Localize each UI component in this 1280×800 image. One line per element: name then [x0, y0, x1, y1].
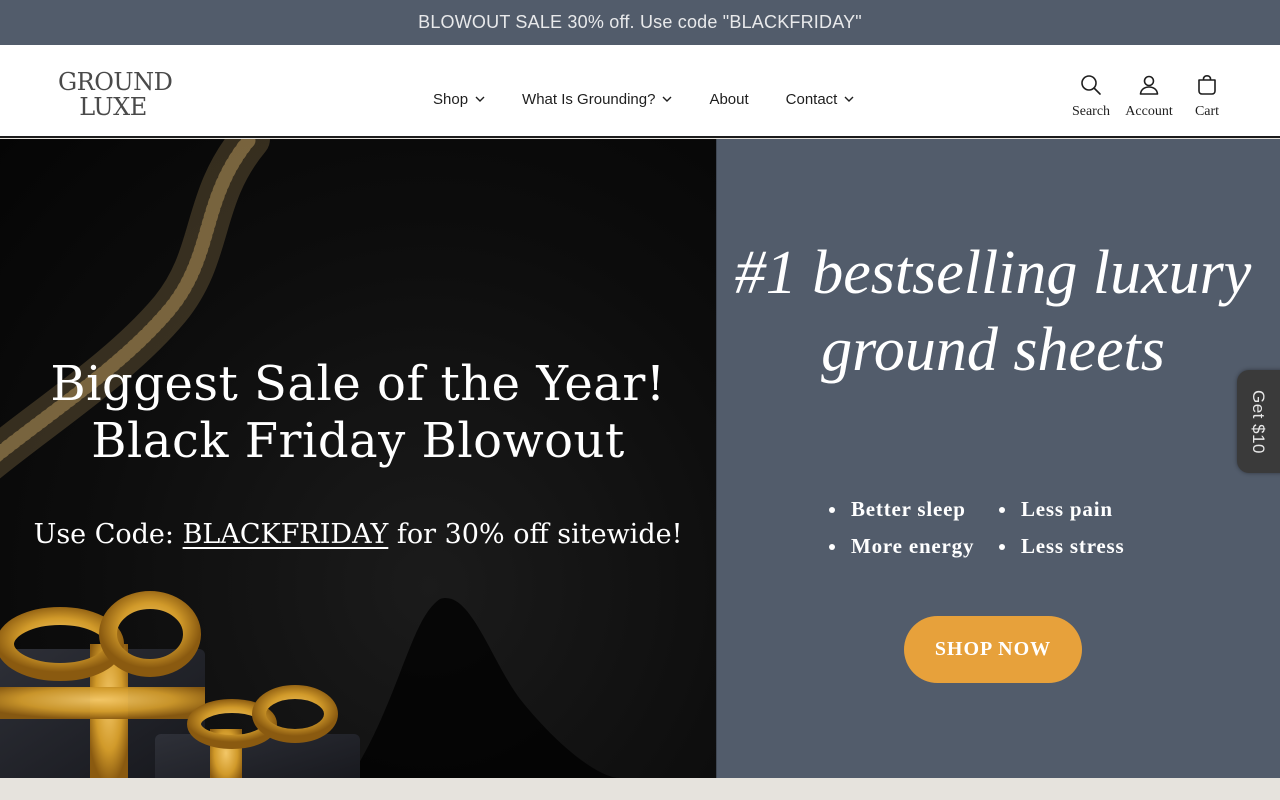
nav-item-shop[interactable]: Shop [421, 89, 485, 110]
bullet-icon [999, 506, 1005, 513]
logo-line-1: GROUND [58, 68, 173, 96]
bag-icon [1198, 74, 1216, 95]
nav-item-label: What Is Grounding? [522, 90, 656, 108]
benefit-label: Less stress [1021, 534, 1125, 558]
benefit-label: Less pain [1021, 497, 1113, 521]
hero-title-line-2: Black Friday Blowout [91, 413, 625, 469]
list-item: More energy [829, 534, 999, 559]
nav-item-contact[interactable]: Contact [774, 89, 855, 110]
hero-side-panel: #1 bestselling luxury ground sheets Bett… [716, 139, 1280, 778]
search-icon [1081, 75, 1101, 95]
promo-code-suffix: for 30% off sitewide! [388, 519, 683, 550]
nav-item-label: Shop [433, 90, 469, 108]
site-header: GROUND LUXE Shop What Is Grounding? Abou… [0, 45, 1280, 138]
main-nav: Shop What Is Grounding? About Contact [421, 87, 879, 111]
next-section-edge [0, 778, 1280, 800]
hero-tagline: #1 bestselling luxury ground sheets [734, 239, 1252, 384]
list-item: Less pain [999, 497, 1159, 522]
bullet-icon [829, 543, 835, 550]
promo-code: BLACKFRIDAY [182, 519, 389, 550]
logo-line-2: LUXE [79, 93, 147, 121]
list-item: Better sleep [829, 497, 999, 522]
search-button[interactable]: Search [1062, 73, 1120, 120]
benefit-label: More energy [851, 534, 975, 558]
get-10-label: Get $10 [1249, 389, 1268, 454]
nav-item-label: Contact [785, 90, 838, 108]
get-10-tab[interactable]: Get $10 [1237, 370, 1280, 473]
promo-code-prefix: Use Code: [33, 519, 183, 550]
nav-item-label: About [709, 90, 749, 108]
account-label: Account [1125, 104, 1173, 119]
announcement-text: BLOWOUT SALE 30% off. Use code "BLACKFRI… [418, 12, 862, 32]
promo-code-text: Use Code: BLACKFRIDAY for 30% off sitewi… [0, 519, 716, 550]
bullet-icon [999, 543, 1005, 550]
user-icon [1139, 75, 1159, 95]
list-item: Less stress [999, 534, 1159, 559]
cart-button[interactable]: Cart [1178, 73, 1236, 120]
header-icons: Search Account Cart [1062, 73, 1236, 120]
search-label: Search [1071, 104, 1111, 119]
bullet-icon [829, 506, 835, 513]
benefits-list: Better sleep Less pain More energy Less … [829, 497, 1169, 559]
nav-item-what-is-grounding[interactable]: What Is Grounding? [510, 89, 672, 110]
hero-banner[interactable]: Biggest Sale of the Year! Black Friday B… [0, 139, 716, 778]
benefit-label: Better sleep [851, 497, 966, 521]
announcement-bar: BLOWOUT SALE 30% off. Use code "BLACKFRI… [0, 0, 1280, 45]
hero-title-line-1: Biggest Sale of the Year! [50, 356, 666, 412]
cart-label: Cart [1194, 104, 1220, 119]
chevron-down-icon [475, 94, 485, 104]
shop-now-button[interactable]: SHOP NOW [904, 616, 1082, 683]
chevron-down-icon [662, 94, 672, 104]
account-button[interactable]: Account [1120, 73, 1178, 120]
chevron-down-icon [844, 94, 854, 104]
nav-item-about[interactable]: About [697, 89, 748, 110]
hero-title: Biggest Sale of the Year! Black Friday B… [0, 356, 716, 470]
logo[interactable]: GROUND LUXE [58, 68, 173, 126]
